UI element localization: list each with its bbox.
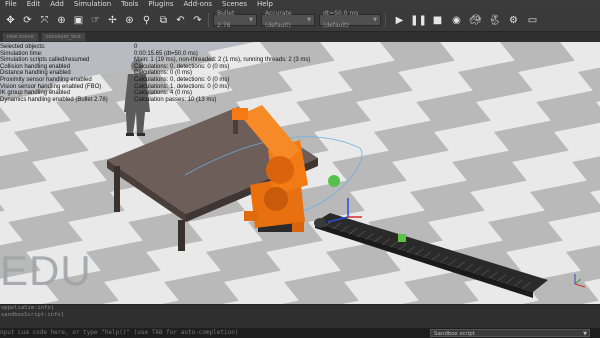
edu-watermark: EDU [0,247,92,294]
scene-tabs: new scene conveyor_test [0,32,600,42]
info-value: Calculations: 0, detections: 0 (0 ms) [134,63,230,70]
pause-icon[interactable]: ❚❚ [410,14,427,27]
info-value: Calculations: 4 (0 ms) [134,90,193,97]
lua-command-input[interactable]: nput Lua code here, or type "help()" (us… [0,328,420,338]
menu-addons[interactable]: Add-ons [178,0,217,9]
physics-engine-select[interactable]: Bullet 2.78 ▼ [213,10,257,29]
info-value: Calculations: 0 (0 ms) [134,70,193,77]
info-value: Calculations: 1, detections: 0 (0 ms) [134,83,230,90]
accuracy-select[interactable]: Accurate (default) ▼ [261,10,315,29]
info-value: Calculations: 0, detections: 0 (0 ms) [134,76,230,83]
tab-scene[interactable]: conveyor_test [40,32,86,42]
menu-file[interactable]: File [0,0,22,9]
stop-icon[interactable]: ■ [431,14,444,27]
toolbar-separator [208,13,209,27]
speed-up-icon[interactable]: 🐇︎ [488,14,501,27]
toolbar: ✥ ⟳ ⤧ ⊕ ▣ ☞ ✢ ⊛ ⚲ ⧉ ↶ ↷ Bullet 2.78 ▼ Acc… [0,9,600,32]
status-line: sandboxScript:info] [1,312,64,318]
camera-rotate-icon[interactable]: ⟳ [21,14,34,27]
visualization-icon[interactable]: ▭ [526,14,539,27]
camera-zoom-icon[interactable]: ⊕ [55,14,68,27]
info-label: Simulation time: [0,50,43,57]
status-line: oppeliaSim:info] [1,305,54,311]
click-select-icon[interactable]: ☞ [89,14,102,27]
info-label: Vision sensor handling enabled (FBO) [0,83,102,90]
menu-tools[interactable]: Tools [116,0,143,9]
transfer-dna-icon[interactable]: ⧉ [157,14,170,27]
thread-rendering-icon[interactable]: ⚙ [507,14,520,27]
command-bar: nput Lua code here, or type "help()" (us… [0,328,600,338]
info-value: 0 [134,44,138,50]
redo-icon[interactable]: ↷ [191,14,204,27]
info-value: Calculation passes: 10 (13 ms) [134,96,217,103]
info-labels: Selected objects: Simulation time: Simul… [0,44,134,103]
script-select[interactable]: Sandbox script ▼ [430,329,590,337]
assemble-icon[interactable]: ⚲ [140,14,153,27]
info-label: Distance handling enabled [0,70,71,77]
status-bar: oppeliaSim:info] sandboxScript:info] [0,304,600,329]
info-label: Selected objects: [0,44,46,50]
timestep-select[interactable]: dt=50.0 ms (default) ▼ [319,10,381,29]
object-shift-icon[interactable]: ✢ [106,14,119,27]
menu-simulation[interactable]: Simulation [69,0,116,9]
realtime-icon[interactable]: ◉ [450,14,463,27]
play-icon[interactable]: ▶ [393,14,406,27]
info-value: 0:00:15.65 (dt=50.0 ms) [134,50,198,57]
slow-down-icon[interactable]: 🐢︎ [469,14,482,27]
menu-add[interactable]: Add [45,0,69,9]
green-cube [398,234,406,242]
tab-scene[interactable]: new scene [2,32,39,42]
menu-plugins[interactable]: Plugins [143,0,178,9]
info-label: Proximity sensor handling enabled [0,76,92,83]
fit-view-icon[interactable]: ▣ [72,14,85,27]
undo-icon[interactable]: ↶ [174,14,187,27]
target-sphere [328,175,340,187]
object-rotate-icon[interactable]: ⊛ [123,14,136,27]
info-label: Simulation scripts called/resumed [0,57,90,64]
info-value: Main: 1 (19 ms), non-threaded: 2 (1 ms),… [134,57,311,64]
menu-edit[interactable]: Edit [22,0,46,9]
chevron-down-icon: ▼ [583,331,587,337]
camera-pan-icon[interactable]: ✥ [4,14,17,27]
camera-shift-icon[interactable]: ⤧ [38,14,51,27]
toolbar-separator [385,13,386,27]
info-label: Collision handling enabled [0,63,71,70]
info-values: 0 0:00:15.65 (dt=50.0 ms) Main: 1 (19 ms… [134,44,334,103]
info-label: Dynamics handling enabled (Bullet 2.78) [0,96,108,103]
info-label: IK group handling enabled [0,90,71,97]
